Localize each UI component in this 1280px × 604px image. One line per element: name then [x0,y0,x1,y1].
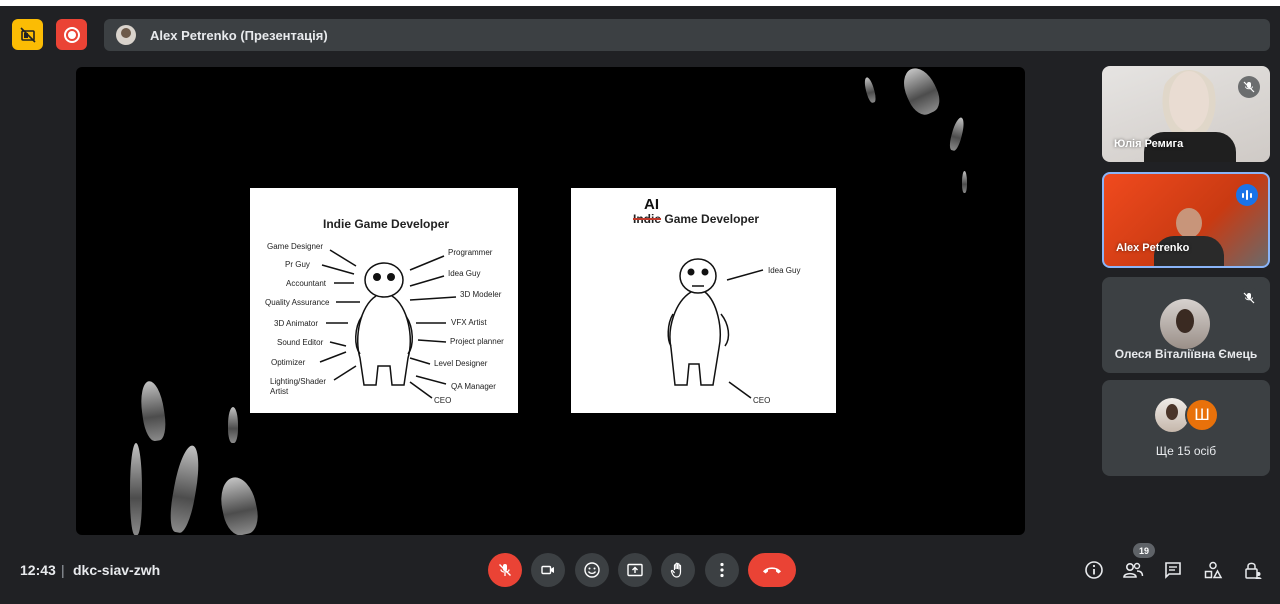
more-participants-label: Ще 15 осіб [1155,444,1217,458]
mic-off-icon [1238,76,1260,98]
meeting-code[interactable]: dkc-siav-zwh [73,562,160,578]
present-screen-button[interactable] [618,553,652,587]
recording-button[interactable] [56,19,87,50]
lock-person-icon [1245,562,1262,579]
hand-icon [670,562,682,578]
meeting-details-button[interactable] [1082,558,1106,582]
activities-icon [1204,561,1223,579]
raise-hand-button[interactable] [661,553,695,587]
slide-ai-developer: AI Indie Game Developer Idea Guy CEO [571,188,836,413]
reactions-button[interactable] [575,553,609,587]
camera-toggle-button[interactable] [531,553,565,587]
present-icon [627,563,643,577]
end-call-button[interactable] [748,553,796,587]
separator: | [61,562,65,578]
decor-drop [166,443,204,535]
recording-icon [63,26,80,43]
decor-drop [216,474,262,535]
participant-video [1176,208,1202,238]
presenter-bar[interactable]: Alex Petrenko (Презентація) [104,19,1270,51]
clock: 12:43 [20,562,56,578]
avatar-letter: Ш [1185,398,1219,432]
participant-tile[interactable]: Олеся Віталіївна Ємець [1102,277,1270,373]
speaking-icon [1236,184,1258,206]
hang-up-icon [763,567,781,574]
mic-off-icon [1238,287,1260,309]
host-controls-button[interactable] [1241,558,1265,582]
participant-count-badge: 19 [1133,543,1155,558]
chat-button[interactable] [1161,558,1185,582]
emoji-icon [584,562,600,578]
top-bar: Alex Petrenko (Презентація) [0,6,1280,62]
more-participants-tile[interactable]: Ш Ще 15 осіб [1102,380,1270,476]
people-icon [1123,562,1144,578]
mic-toggle-button[interactable] [488,553,522,587]
participant-name: Юлія Ремига [1114,138,1184,150]
participant-tile-active[interactable]: Alex Petrenko [1102,172,1270,268]
avatar-group: Ш [1155,398,1221,432]
decor-drop [897,67,945,120]
participant-tile[interactable]: Юлія Ремига [1102,66,1270,162]
activities-button[interactable] [1201,558,1225,582]
decor-drop [137,379,169,443]
presenter-avatar [116,25,136,45]
decor-drop [228,407,238,443]
avatar [1160,299,1210,349]
chat-icon [1165,562,1181,579]
avatar [1155,398,1189,432]
stick-figure-drawing [319,249,457,399]
info-icon [1085,561,1103,579]
decor-drop [130,443,142,535]
presentation-stage[interactable]: Indie Game Developer Game Designer Pr Gu… [76,67,1025,535]
more-options-button[interactable] [705,553,739,587]
presenter-label: Alex Petrenko (Презентація) [150,27,328,43]
hide-tiles-icon [19,26,36,43]
mic-off-icon [499,564,511,576]
stick-figure-drawing [667,258,764,399]
camera-icon [541,565,554,575]
more-vert-icon [720,562,724,578]
participant-name: Alex Petrenko [1116,242,1190,254]
decor-drop [947,116,967,152]
slide-indie-developer: Indie Game Developer Game Designer Pr Gu… [250,188,518,413]
bottom-bar: 12:43 | dkc-siav-zwh 19 [0,540,1280,604]
decor-drop [962,171,967,193]
participant-name: Олеся Віталіївна Ємець [1114,347,1258,361]
people-button[interactable] [1121,558,1145,582]
decor-drop [862,76,878,104]
hide-tiles-button[interactable] [12,19,43,50]
